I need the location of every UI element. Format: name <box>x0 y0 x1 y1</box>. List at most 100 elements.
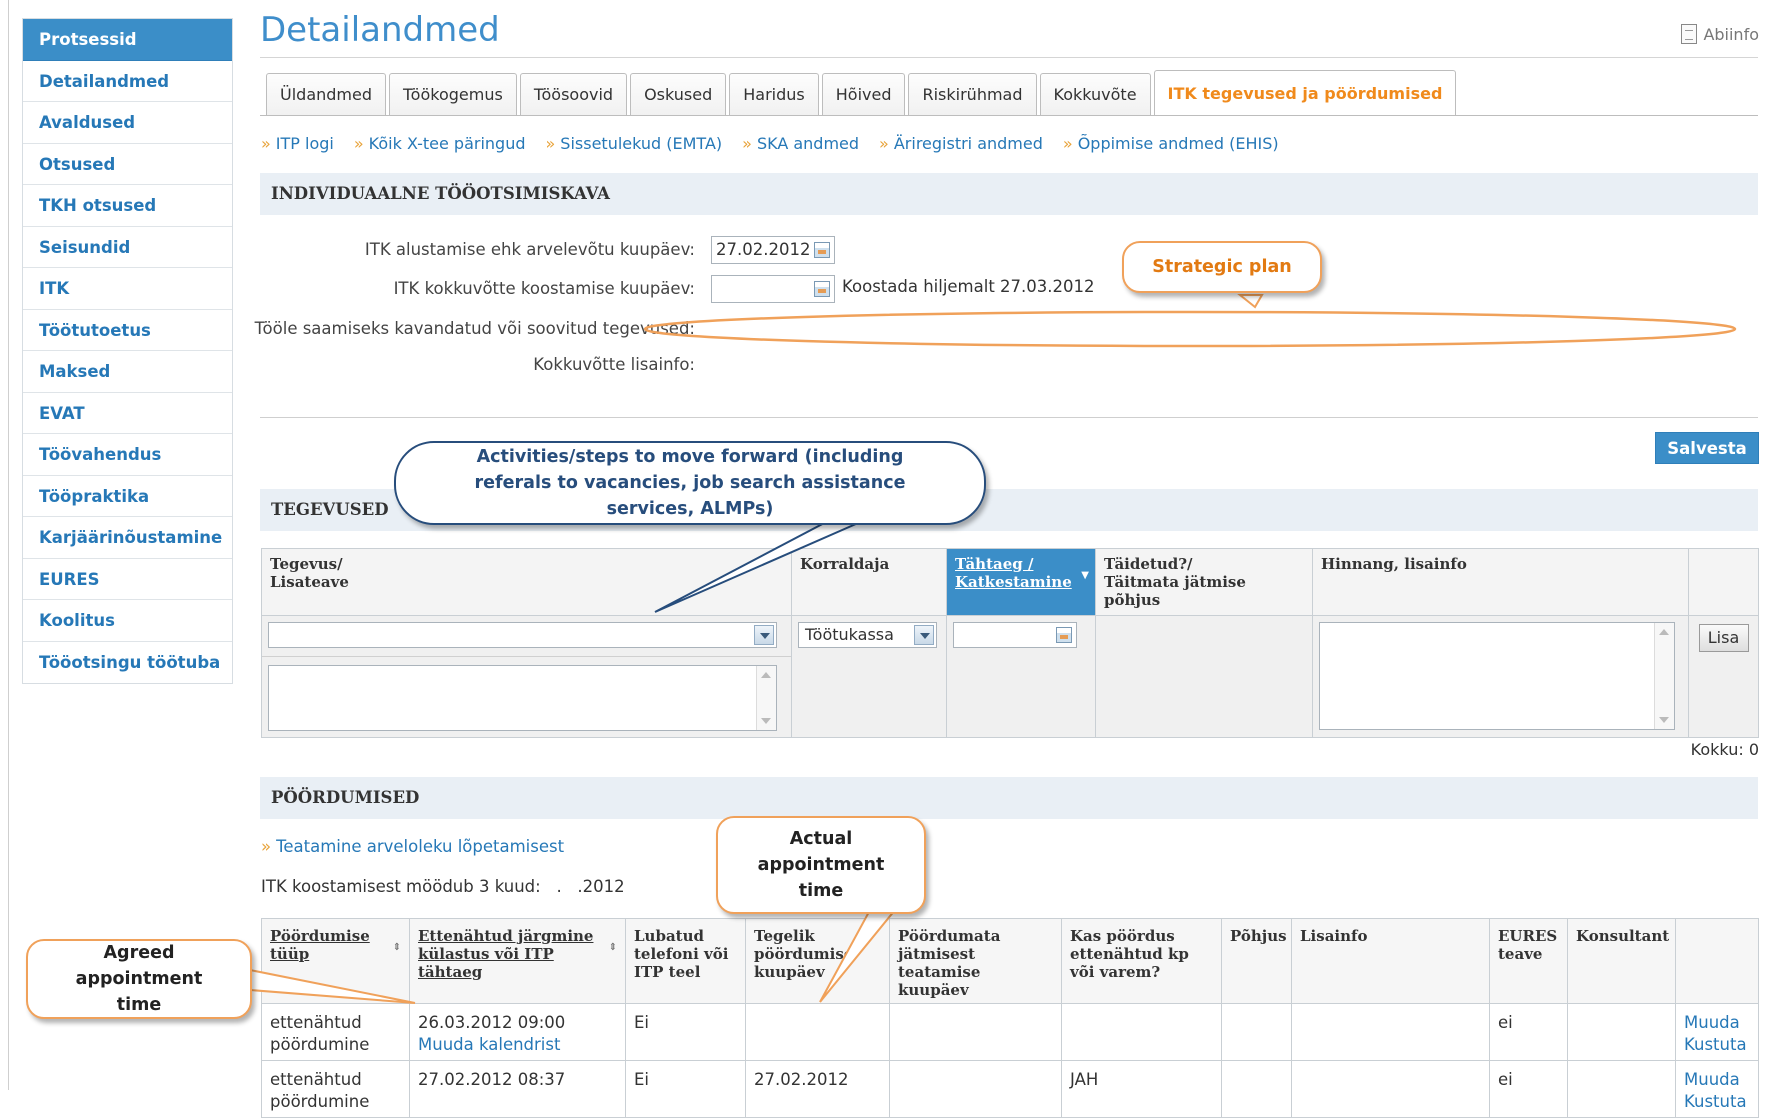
tab-oskused[interactable]: Oskused <box>630 73 727 115</box>
tab-hoived[interactable]: Hõived <box>821 73 906 115</box>
calendar-icon[interactable] <box>814 281 830 297</box>
scrollbar[interactable] <box>1654 623 1674 729</box>
edit-link[interactable]: Muuda <box>1684 1070 1740 1089</box>
sidebar-item-avaldused[interactable]: Avaldused <box>23 102 232 144</box>
sidebar-item-evat[interactable]: EVAT <box>23 393 232 434</box>
left-border <box>8 0 9 1090</box>
sidebar-item-seisundid[interactable]: Seisundid <box>23 227 232 268</box>
sidebar-item-toootsingu-tootuba[interactable]: Tööotsingu töötuba <box>23 642 232 684</box>
table-row: ettenähtud pöördumine 27.02.2012 08:37 Ei… <box>261 1060 1759 1118</box>
col-on-time: Kas pöördus ettenähtud kp või varem? <box>1061 918 1222 1004</box>
cell-type: ettenähtud pöördumine <box>261 1060 410 1118</box>
appointments-table: Pöördumise tüüp ⇕ Ettenähtud järgmine kül… <box>261 918 1759 1118</box>
tab-uldandmed[interactable]: Üldandmed <box>266 73 386 115</box>
col-organizer: Korraldaja <box>791 548 947 616</box>
tab-tookogemus[interactable]: Töökogemus <box>389 73 517 115</box>
sidebar-item-toopraktika[interactable]: Tööpraktika <box>23 476 232 517</box>
cell-consultant <box>1567 1003 1676 1061</box>
link-x-tee[interactable]: » Kõik X-tee päringud <box>354 134 526 153</box>
tab-kokkuvote[interactable]: Kokkuvõte <box>1039 73 1151 115</box>
col-rating: Hinnang, lisainfo <box>1312 548 1689 616</box>
raquo-icon: » <box>353 134 364 153</box>
col-consultant: Konsultant <box>1567 918 1676 1004</box>
sidebar: Protsessid Detailandmed Avaldused Otsuse… <box>22 18 233 684</box>
tab-toosoovid[interactable]: Töösoovid <box>519 73 628 115</box>
summary-date-input[interactable] <box>711 275 835 303</box>
add-cell: Lisa <box>1688 615 1759 738</box>
sidebar-item-koolitus[interactable]: Koolitus <box>23 600 232 642</box>
sidebar-item-maksed[interactable]: Maksed <box>23 351 232 393</box>
cell-reason <box>1221 1003 1292 1061</box>
callout-activities: Activities/steps to move forward (includ… <box>394 441 986 525</box>
callout-actual-time: Actual appointment time <box>716 816 926 914</box>
raquo-icon: » <box>261 134 271 153</box>
sidebar-item-karjaarinoustamine[interactable]: Karjäärinõustamine <box>23 517 232 559</box>
link-ariregister[interactable]: » Äriregistri andmed <box>879 134 1043 153</box>
extra-info-label: Kokkuvõtte lisainfo: <box>533 355 695 374</box>
chevron-down-icon[interactable] <box>914 625 934 645</box>
calendar-icon[interactable] <box>1056 627 1072 643</box>
sidebar-item-detailandmed[interactable]: Detailandmed <box>23 61 232 102</box>
tab-itk-tegevused[interactable]: ITK tegevused ja pöördumised <box>1153 70 1457 115</box>
link-label: ITP logi <box>275 134 334 153</box>
activity-info-textarea[interactable] <box>268 665 777 731</box>
organizer-select[interactable]: Töötukassa <box>798 622 937 648</box>
col-phone-allowed: Lubatud telefoni või ITP teel <box>625 918 746 1004</box>
scrollbar[interactable] <box>756 666 776 730</box>
edit-link[interactable]: Muuda <box>1684 1013 1740 1032</box>
link-label: Kõik X-tee päringud <box>368 134 526 153</box>
col-deadline[interactable]: Tähtaeg / Katkestamine ▼ <box>946 548 1096 616</box>
sidebar-item-itk[interactable]: ITK <box>23 268 232 310</box>
sort-icon: ⇕ <box>608 942 617 953</box>
col-reason: Põhjus <box>1221 918 1292 1004</box>
help-link[interactable]: Abiinfo <box>1681 24 1759 44</box>
add-button[interactable]: Lisa <box>1698 624 1749 652</box>
section-appointments: PÖÖRDUMISED <box>260 777 1758 819</box>
delete-link[interactable]: Kustuta <box>1684 1092 1747 1111</box>
sidebar-item-eures[interactable]: EURES <box>23 559 232 600</box>
delete-link[interactable]: Kustuta <box>1684 1035 1747 1054</box>
link-ska[interactable]: » SKA andmed <box>742 134 859 153</box>
link-label: SKA andmed <box>756 134 860 153</box>
col-next-visit[interactable]: Ettenähtud järgmine külastus või ITP täh… <box>409 918 626 1004</box>
form-divider <box>260 417 1758 418</box>
start-date-input[interactable]: 27.02.2012 <box>711 236 835 264</box>
rating-textarea[interactable] <box>1319 622 1675 730</box>
save-button[interactable]: Salvesta <box>1655 432 1759 464</box>
notice-link-label: Teatamine arveloleku lõpetamisest <box>276 837 565 856</box>
col-notify-date: Pöördumata jätmisest teatamise kuupäev <box>889 918 1062 1004</box>
sidebar-item-protsessid[interactable]: Protsessid <box>23 19 232 61</box>
link-sissetulekud[interactable]: » Sissetulekud (EMTA) <box>546 134 723 153</box>
sidebar-item-tootutoetus[interactable]: Töötutoetus <box>23 310 232 351</box>
link-label: Õppimise andmed (EHIS) <box>1077 134 1279 153</box>
activities-table: Tegevus/Lisateave Korraldaja Tähtaeg / Ka… <box>261 548 1759 738</box>
deadline-input[interactable] <box>953 622 1077 648</box>
organizer-value: Töötukassa <box>805 625 894 644</box>
tab-haridus[interactable]: Haridus <box>729 73 819 115</box>
sidebar-item-tkh-otsused[interactable]: TKH otsused <box>23 185 232 227</box>
cell-next: 27.02.2012 08:37 <box>409 1060 626 1118</box>
cell-divider <box>262 656 791 657</box>
summary-date-label: ITK kokkuvõtte koostamise kuupäev: <box>393 279 695 298</box>
callout-strategic-plan: Strategic plan <box>1122 241 1322 293</box>
col-appointment-type[interactable]: Pöördumise tüüp ⇕ <box>261 918 410 1004</box>
link-itp-logi[interactable]: » ITP logi <box>261 134 334 153</box>
sidebar-item-toovahendus[interactable]: Töövahendus <box>23 434 232 476</box>
chevron-down-icon[interactable] <box>754 625 774 645</box>
calendar-link[interactable]: Muuda kalendrist <box>418 1035 560 1054</box>
tab-riskiruhmad[interactable]: Riskirühmad <box>908 73 1037 115</box>
tab-divider <box>260 115 1758 116</box>
activity-cell <box>261 615 792 738</box>
sublinks: » ITP logi » Kõik X-tee päringud » Sissetul… <box>261 134 1279 153</box>
link-ehis[interactable]: » Õppimise andmed (EHIS) <box>1063 134 1279 153</box>
raquo-icon: » <box>879 134 889 153</box>
calendar-icon[interactable] <box>814 242 830 258</box>
summary-hint: Koostada hiljemalt 27.03.2012 <box>842 277 1095 296</box>
sidebar-item-otsused[interactable]: Otsused <box>23 144 232 185</box>
cell-eures: ei <box>1489 1060 1568 1118</box>
raquo-icon: » <box>261 837 272 856</box>
cell-consultant <box>1567 1060 1676 1118</box>
title-divider <box>260 57 1758 58</box>
activity-select[interactable] <box>268 622 777 648</box>
notice-link[interactable]: » Teatamine arveloleku lõpetamisest <box>261 837 564 856</box>
